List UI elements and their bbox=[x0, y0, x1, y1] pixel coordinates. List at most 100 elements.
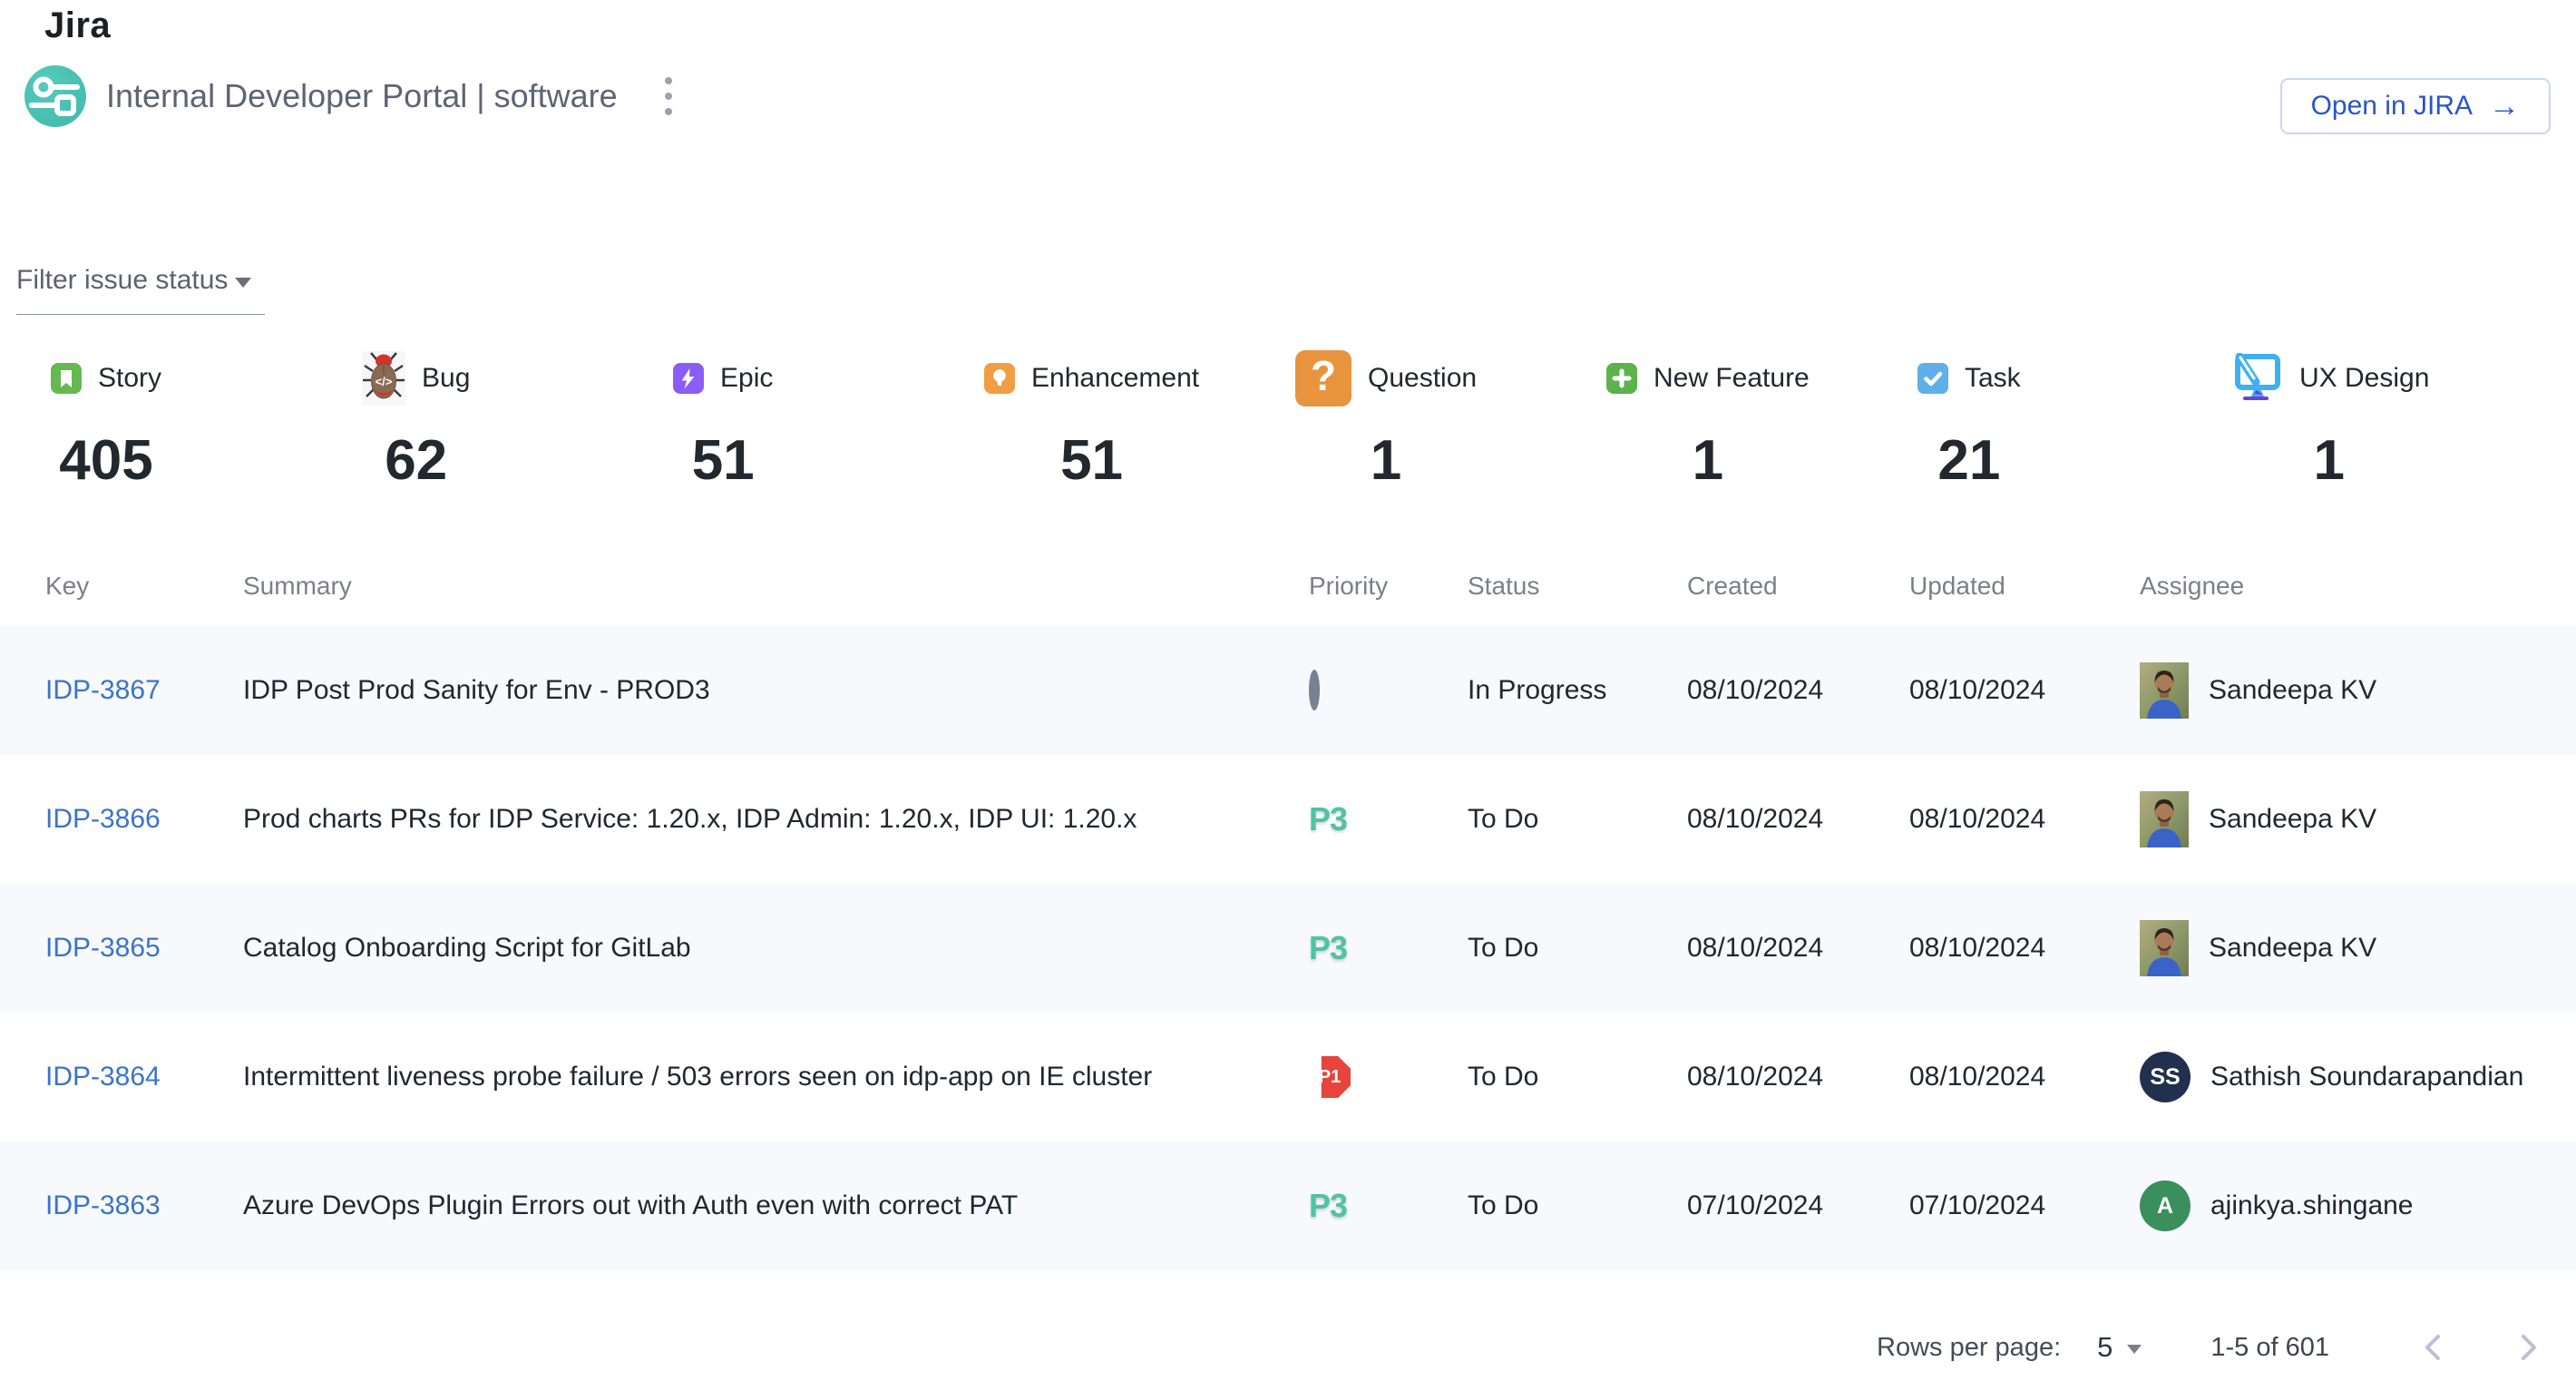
assignee-avatar-photo bbox=[2140, 662, 2189, 719]
entity-header: Internal Developer Portal | software bbox=[24, 65, 681, 127]
issue-type-card-task: Task 21 bbox=[1917, 348, 2229, 493]
rows-per-page-label: Rows per page: bbox=[1877, 1333, 2061, 1363]
column-header-updated: Updated bbox=[1909, 572, 2140, 601]
issue-type-count: 1 bbox=[1371, 428, 1401, 493]
issue-type-label: New Feature bbox=[1654, 363, 1810, 394]
updated-date: 08/10/2024 bbox=[1909, 804, 2140, 835]
assignee-name: Sandeepa KV bbox=[2209, 933, 2376, 964]
open-in-jira-label: Open in JIRA bbox=[2311, 91, 2473, 122]
story-icon bbox=[51, 363, 82, 394]
created-date: 08/10/2024 bbox=[1687, 675, 1909, 706]
issue-key-link[interactable]: IDP-3863 bbox=[45, 1190, 161, 1220]
column-header-status: Status bbox=[1468, 572, 1687, 601]
assignee-avatar-photo bbox=[2140, 920, 2189, 976]
created-date: 08/10/2024 bbox=[1687, 804, 1909, 835]
table-row: IDP-3867 IDP Post Prod Sanity for Env - … bbox=[0, 626, 2576, 755]
issue-type-card-new-feature: New Feature 1 bbox=[1606, 348, 1917, 493]
issue-type-count: 1 bbox=[1693, 428, 1723, 493]
updated-date: 08/10/2024 bbox=[1909, 675, 2140, 706]
updated-date: 08/10/2024 bbox=[1909, 933, 2140, 964]
chevron-left-icon bbox=[2422, 1332, 2444, 1363]
issue-key-link[interactable]: IDP-3864 bbox=[45, 1062, 161, 1092]
issue-type-count: 51 bbox=[1060, 428, 1123, 493]
issue-type-label: UX Design bbox=[2299, 363, 2429, 394]
issue-type-label: Story bbox=[98, 363, 161, 394]
issue-type-card-question: ? Question 1 bbox=[1295, 348, 1606, 493]
issue-type-label: Enhancement bbox=[1031, 363, 1199, 394]
svg-text:</>: </> bbox=[376, 375, 393, 388]
chevron-right-icon bbox=[2518, 1332, 2540, 1363]
jira-project-avatar-icon bbox=[24, 65, 86, 127]
issue-type-count: 21 bbox=[1937, 428, 2000, 493]
svg-text:?: ? bbox=[1311, 352, 1336, 399]
issues-table: IDP-3867 IDP Post Prod Sanity for Env - … bbox=[0, 626, 2576, 1270]
assignee-name: Sandeepa KV bbox=[2209, 675, 2376, 706]
issue-key-link[interactable]: IDP-3865 bbox=[45, 933, 161, 963]
issue-type-card-epic: Epic 51 bbox=[673, 348, 984, 493]
table-row: IDP-3864 Intermittent liveness probe fai… bbox=[0, 1013, 2576, 1141]
new-feature-icon bbox=[1606, 363, 1637, 394]
chevron-down-icon bbox=[235, 278, 251, 288]
updated-date: 07/10/2024 bbox=[1909, 1190, 2140, 1221]
filter-issue-status-select[interactable]: Filter issue status bbox=[16, 265, 265, 315]
assignee-name: Sathish Soundarapandian bbox=[2210, 1062, 2523, 1092]
created-date: 08/10/2024 bbox=[1687, 933, 1909, 964]
ux-design-icon bbox=[2229, 353, 2283, 404]
issue-summary: Prod charts PRs for IDP Service: 1.20.x,… bbox=[243, 804, 1309, 835]
issue-type-label: Epic bbox=[720, 363, 773, 394]
jira-plugin-card: Jira Internal Developer Portal | softwar… bbox=[0, 0, 2576, 1381]
issue-type-count: 51 bbox=[692, 428, 755, 493]
question-icon: ? bbox=[1295, 350, 1351, 406]
created-date: 08/10/2024 bbox=[1687, 1062, 1909, 1092]
priority-p3-icon: P3 bbox=[1309, 800, 1347, 837]
priority-p3-icon: P3 bbox=[1309, 1187, 1347, 1224]
issue-key-link[interactable]: IDP-3867 bbox=[45, 675, 161, 705]
bug-icon: </> bbox=[362, 351, 405, 406]
task-icon bbox=[1917, 363, 1948, 394]
open-in-jira-button[interactable]: Open in JIRA → bbox=[2280, 78, 2551, 134]
chevron-down-icon bbox=[2127, 1345, 2142, 1354]
rows-per-page-select[interactable]: 5 bbox=[2097, 1331, 2142, 1364]
status-text: In Progress bbox=[1468, 675, 1687, 706]
issue-type-label: Task bbox=[1965, 363, 2021, 394]
epic-icon bbox=[673, 363, 704, 394]
priority-p1-icon: P1 bbox=[1309, 1056, 1351, 1098]
table-row: IDP-3866 Prod charts PRs for IDP Service… bbox=[0, 755, 2576, 884]
issue-type-card-story: Story 405 bbox=[51, 348, 362, 493]
issue-type-count: 405 bbox=[59, 428, 152, 493]
created-date: 07/10/2024 bbox=[1687, 1190, 1909, 1221]
issue-key-link[interactable]: IDP-3866 bbox=[45, 804, 161, 834]
assignee-avatar-photo bbox=[2140, 791, 2189, 847]
updated-date: 08/10/2024 bbox=[1909, 1062, 2140, 1092]
assignee-name: ajinkya.shingane bbox=[2210, 1190, 2414, 1221]
column-header-summary: Summary bbox=[243, 572, 1309, 601]
pagination-range: 1-5 of 601 bbox=[2210, 1333, 2329, 1363]
arrow-right-icon: → bbox=[2489, 91, 2520, 122]
issue-summary: Intermittent liveness probe failure / 50… bbox=[243, 1062, 1309, 1092]
kebab-menu-icon[interactable] bbox=[656, 68, 681, 124]
rows-per-page-value: 5 bbox=[2097, 1331, 2113, 1364]
issue-type-count: 62 bbox=[385, 428, 447, 493]
page-title: Jira bbox=[44, 5, 111, 46]
assignee-avatar-initials: A bbox=[2140, 1180, 2191, 1231]
status-text: To Do bbox=[1468, 804, 1687, 835]
priority-p3-icon: P3 bbox=[1309, 929, 1347, 966]
status-text: To Do bbox=[1468, 933, 1687, 964]
issue-type-label: Question bbox=[1368, 363, 1477, 394]
status-text: To Do bbox=[1468, 1062, 1687, 1092]
entity-title: Internal Developer Portal | software bbox=[106, 77, 618, 115]
column-header-key: Key bbox=[45, 572, 243, 601]
previous-page-button[interactable] bbox=[2416, 1327, 2449, 1368]
issue-type-count: 1 bbox=[2313, 428, 2344, 493]
filter-issue-status-label: Filter issue status bbox=[16, 265, 228, 296]
column-header-assignee: Assignee bbox=[2140, 572, 2551, 601]
assignee-avatar-initials: SS bbox=[2140, 1052, 2191, 1102]
status-text: To Do bbox=[1468, 1190, 1687, 1221]
issue-type-card-enhancement: Enhancement 51 bbox=[984, 348, 1295, 493]
in-progress-ring-icon bbox=[1309, 670, 1320, 710]
assignee-name: Sandeepa KV bbox=[2209, 804, 2376, 835]
next-page-button[interactable] bbox=[2513, 1327, 2545, 1368]
issue-summary: IDP Post Prod Sanity for Env - PROD3 bbox=[243, 675, 1309, 706]
issue-type-card-bug: </> Bug 62 bbox=[362, 348, 673, 493]
table-header: Key Summary Priority Status Created Upda… bbox=[0, 559, 2576, 613]
